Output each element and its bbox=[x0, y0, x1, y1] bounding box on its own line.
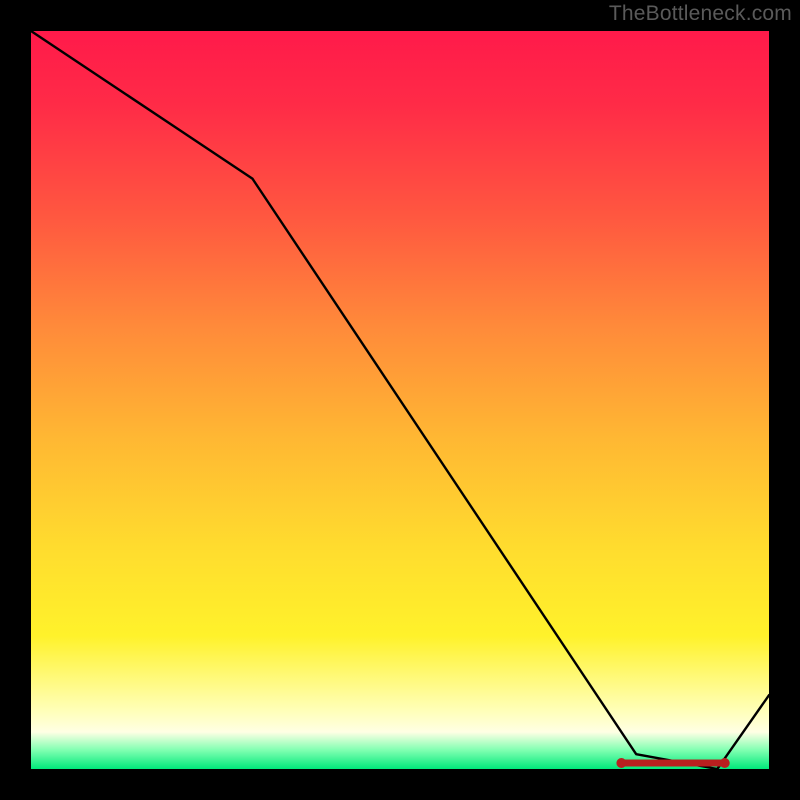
chart-container: TheBottleneck.com bbox=[0, 0, 800, 800]
optimal-range-left-nub bbox=[616, 758, 626, 768]
attribution-text: TheBottleneck.com bbox=[609, 2, 792, 26]
chart-overlay bbox=[31, 31, 769, 769]
optimal-range-marker bbox=[616, 758, 729, 768]
optimal-range-right-nub bbox=[720, 758, 730, 768]
bottleneck-line bbox=[31, 31, 769, 769]
